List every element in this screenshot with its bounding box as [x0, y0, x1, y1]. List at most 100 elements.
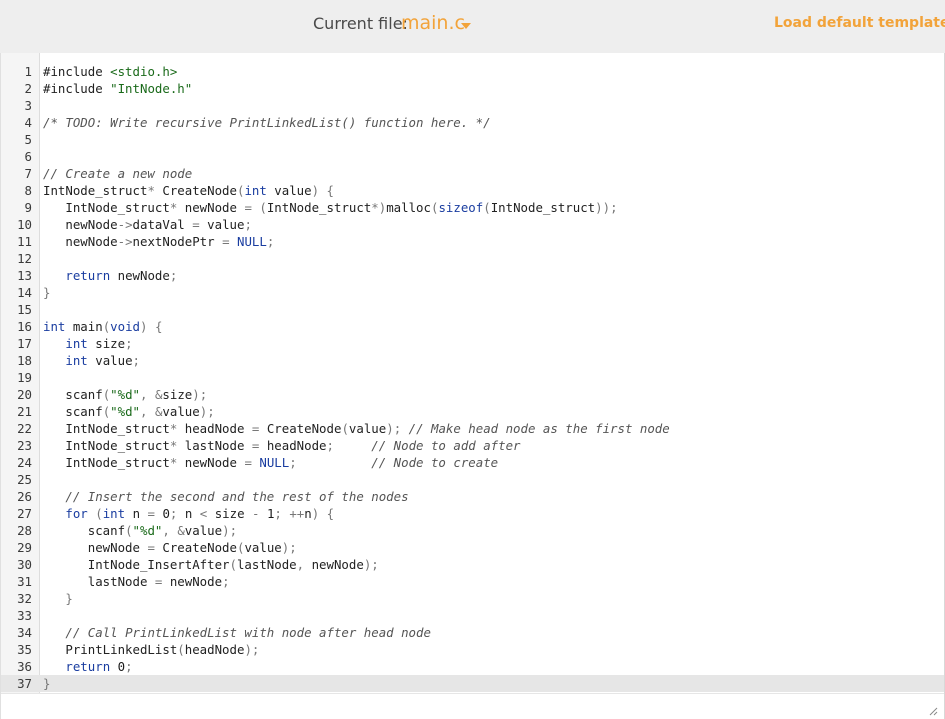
line-number: 9	[24, 200, 32, 215]
line-code-text[interactable]: int main(void) {	[43, 318, 162, 335]
top-bar: Current file: main.c Load default templa…	[0, 0, 945, 53]
line-number: 4	[24, 115, 32, 130]
code-line[interactable]: 23 IntNode_struct* lastNode = headNode; …	[1, 437, 944, 454]
line-code-text[interactable]: scanf("%d", &value);	[43, 522, 237, 539]
code-line[interactable]: 36 return 0;	[1, 658, 944, 675]
line-code-text[interactable]: IntNode_struct* newNode = NULL; // Node …	[43, 454, 498, 471]
code-line[interactable]: 28 scanf("%d", &value);	[1, 522, 944, 539]
code-line[interactable]: 6	[1, 148, 944, 165]
line-code-text[interactable]: for (int n = 0; n < size - 1; ++n) {	[43, 505, 334, 522]
code-line[interactable]: 31 lastNode = newNode;	[1, 573, 944, 590]
code-line[interactable]: 2 #include "IntNode.h"	[1, 80, 944, 97]
line-code-text[interactable]: newNode->dataVal = value;	[43, 216, 252, 233]
line-number: 8	[24, 183, 32, 198]
code-line[interactable]: 34 // Call PrintLinkedList with node aft…	[1, 624, 944, 641]
line-number: 32	[17, 591, 32, 606]
chevron-down-icon[interactable]	[461, 23, 471, 29]
code-line[interactable]: 15	[1, 301, 944, 318]
line-number: 10	[17, 217, 32, 232]
line-number: 5	[24, 132, 32, 147]
line-number: 18	[17, 353, 32, 368]
line-code-text[interactable]: }	[43, 675, 50, 692]
line-number: 21	[17, 404, 32, 419]
code-line[interactable]: 12	[1, 250, 944, 267]
line-number: 25	[17, 472, 32, 487]
code-line[interactable]: 19	[1, 369, 944, 386]
code-line[interactable]: 16 int main(void) {	[1, 318, 944, 335]
line-number: 12	[17, 251, 32, 266]
code-line[interactable]: 29 newNode = CreateNode(value);	[1, 539, 944, 556]
line-code-text[interactable]: IntNode_InsertAfter(lastNode, newNode);	[43, 556, 379, 573]
line-number: 33	[17, 608, 32, 623]
code-line[interactable]: 22 IntNode_struct* headNode = CreateNode…	[1, 420, 944, 437]
line-code-text[interactable]: IntNode_struct* headNode = CreateNode(va…	[43, 420, 669, 437]
code-line[interactable]: 24 IntNode_struct* newNode = NULL; // No…	[1, 454, 944, 471]
line-code-text[interactable]: int value;	[43, 352, 140, 369]
line-number: 14	[17, 285, 32, 300]
line-code-text[interactable]: return newNode;	[43, 267, 177, 284]
code-line[interactable]: 37}	[1, 675, 944, 692]
line-code-text[interactable]: lastNode = newNode;	[43, 573, 230, 590]
line-code-text[interactable]: }	[43, 590, 72, 607]
code-line[interactable]: 9 IntNode_struct* newNode = (IntNode_str…	[1, 199, 944, 216]
code-line[interactable]: 32 }	[1, 590, 944, 607]
line-code-text[interactable]: int size;	[43, 335, 132, 352]
code-line[interactable]: 11 newNode->nextNodePtr = NULL;	[1, 233, 944, 250]
line-code-text[interactable]: scanf("%d", &size);	[43, 386, 207, 403]
line-number: 37	[17, 676, 32, 691]
line-number: 34	[17, 625, 32, 640]
line-number: 30	[17, 557, 32, 572]
code-line[interactable]: 13 return newNode;	[1, 267, 944, 284]
line-code-text[interactable]: #include <stdio.h>	[43, 63, 177, 80]
line-number: 31	[17, 574, 32, 589]
code-line[interactable]: 14}	[1, 284, 944, 301]
code-line[interactable]: 7 // Create a new node	[1, 165, 944, 182]
line-number: 23	[17, 438, 32, 453]
code-line[interactable]: 21 scanf("%d", &value);	[1, 403, 944, 420]
line-number: 17	[17, 336, 32, 351]
line-code-text[interactable]: // Insert the second and the rest of the…	[43, 488, 408, 505]
line-code-text[interactable]: // Call PrintLinkedList with node after …	[43, 624, 431, 641]
code-editor[interactable]: 1 #include <stdio.h> 2 #include "IntNode.h"…	[0, 53, 945, 719]
line-code-text[interactable]: newNode = CreateNode(value);	[43, 539, 297, 556]
line-number: 16	[17, 319, 32, 334]
line-number: 15	[17, 302, 32, 317]
line-code-text[interactable]: IntNode_struct* CreateNode(int value) {	[43, 182, 334, 199]
code-line[interactable]: 8 IntNode_struct* CreateNode(int value) {	[1, 182, 944, 199]
line-number: 3	[24, 98, 32, 113]
code-line[interactable]: 4 /* TODO: Write recursive PrintLinkedLis…	[1, 114, 944, 131]
code-line[interactable]: 26 // Insert the second and the rest of …	[1, 488, 944, 505]
code-line[interactable]: 25	[1, 471, 944, 488]
line-code-text[interactable]: IntNode_struct* lastNode = headNode; // …	[43, 437, 520, 454]
line-code-text[interactable]: IntNode_struct* newNode = (IntNode_struc…	[43, 199, 617, 216]
line-number: 7	[24, 166, 32, 181]
code-line[interactable]: 10 newNode->dataVal = value;	[1, 216, 944, 233]
line-number: 20	[17, 387, 32, 402]
code-line[interactable]: 20 scanf("%d", &size);	[1, 386, 944, 403]
current-file-label: Current file:	[313, 14, 408, 33]
line-code-text[interactable]: PrintLinkedList(headNode);	[43, 641, 259, 658]
current-file-dropdown[interactable]: main.c	[401, 12, 465, 34]
code-line[interactable]: 35 PrintLinkedList(headNode);	[1, 641, 944, 658]
code-line[interactable]: 1 #include <stdio.h>	[1, 63, 944, 80]
code-line[interactable]: 18 int value;	[1, 352, 944, 369]
load-default-template-link[interactable]: Load default template...	[774, 15, 945, 31]
line-code-text[interactable]: /* TODO: Write recursive PrintLinkedList…	[43, 114, 491, 131]
resize-handle-icon[interactable]	[929, 707, 938, 716]
code-line[interactable]: 30 IntNode_InsertAfter(lastNode, newNode…	[1, 556, 944, 573]
line-number: 24	[17, 455, 32, 470]
line-code-text[interactable]: scanf("%d", &value);	[43, 403, 214, 420]
line-code-text[interactable]: newNode->nextNodePtr = NULL;	[43, 233, 274, 250]
line-number: 28	[17, 523, 32, 538]
code-line[interactable]: 27 for (int n = 0; n < size - 1; ++n) {	[1, 505, 944, 522]
line-code-text[interactable]: return 0;	[43, 658, 132, 675]
line-number: 35	[17, 642, 32, 657]
code-line[interactable]: 3	[1, 97, 944, 114]
line-code-text[interactable]: // Create a new node	[43, 165, 192, 182]
line-number: 22	[17, 421, 32, 436]
line-code-text[interactable]: #include "IntNode.h"	[43, 80, 192, 97]
code-line[interactable]: 33	[1, 607, 944, 624]
code-line[interactable]: 5	[1, 131, 944, 148]
code-line[interactable]: 17 int size;	[1, 335, 944, 352]
line-code-text[interactable]: }	[43, 284, 50, 301]
